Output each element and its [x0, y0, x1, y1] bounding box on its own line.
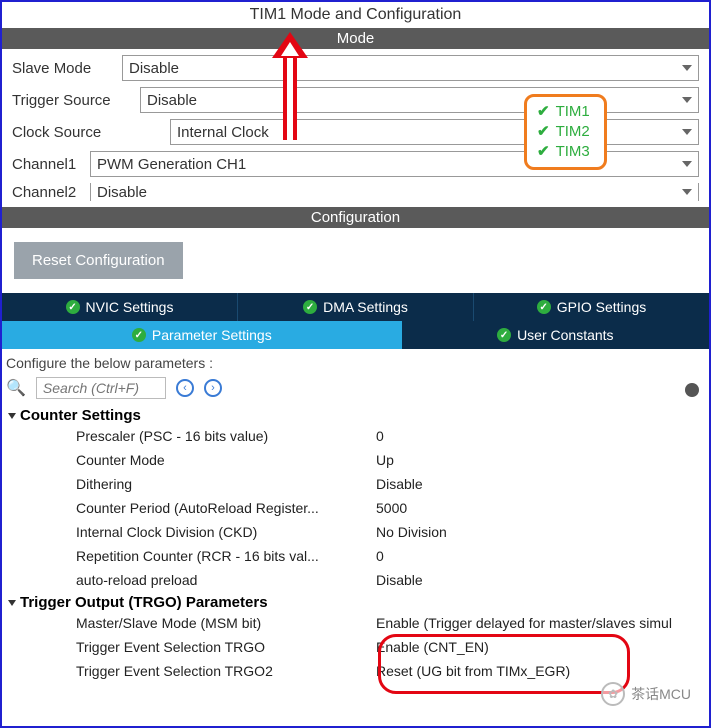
search-next-button[interactable]: ›	[204, 379, 222, 397]
parameter-value[interactable]: Up	[376, 448, 705, 472]
parameter-key: Prescaler (PSC - 16 bits value)	[76, 424, 376, 448]
trigger-source-label: Trigger Source	[12, 92, 140, 109]
parameter-key: Trigger Event Selection TRGO2	[76, 659, 376, 683]
tab-dma-label: DMA Settings	[323, 299, 408, 315]
tab-gpio-label: GPIO Settings	[557, 299, 646, 315]
search-icon[interactable]: 🔍	[6, 378, 26, 398]
trigger-source-dropdown[interactable]: Disable	[140, 87, 699, 113]
tab-gpio-settings[interactable]: ✓ GPIO Settings	[474, 293, 709, 321]
parameter-key: Counter Mode	[76, 448, 376, 472]
chevron-down-icon	[8, 413, 16, 419]
parameter-tree: Counter Settings Prescaler (PSC - 16 bit…	[6, 407, 705, 683]
parameter-row[interactable]: Repetition Counter (RCR - 16 bits val...…	[8, 544, 705, 568]
search-prev-button[interactable]: ‹	[176, 379, 194, 397]
tab-nvic-settings[interactable]: ✓ NVIC Settings	[2, 293, 238, 321]
tab-row-bottom: ✓ Parameter Settings ✓ User Constants	[2, 321, 709, 349]
parameter-key: Internal Clock Division (CKD)	[76, 520, 376, 544]
parameter-value[interactable]: Disable	[376, 472, 705, 496]
parameter-value[interactable]: Disable	[376, 568, 705, 592]
watermark: ✿ 茶话MCU	[601, 682, 691, 706]
chevron-down-icon	[8, 600, 16, 606]
chevron-down-icon	[682, 65, 692, 71]
parameter-value[interactable]: 0	[376, 424, 705, 448]
chevron-down-icon	[682, 129, 692, 135]
slave-mode-label: Slave Mode	[12, 60, 122, 77]
wechat-icon: ✿	[601, 682, 625, 706]
parameter-row[interactable]: auto-reload preloadDisable	[8, 568, 705, 592]
parameter-key: Trigger Event Selection TRGO	[76, 635, 376, 659]
parameter-value[interactable]: Reset (UG bit from TIMx_EGR)	[376, 659, 705, 683]
slave-mode-dropdown[interactable]: Disable	[122, 55, 699, 81]
channel2-label: Channel2	[12, 184, 90, 201]
clock-source-dropdown[interactable]: Internal Clock	[170, 119, 699, 145]
watermark-text: 茶话MCU	[631, 684, 691, 704]
parameter-row[interactable]: Counter ModeUp	[8, 448, 705, 472]
trigger-source-value: Disable	[147, 92, 197, 109]
chevron-down-icon	[682, 97, 692, 103]
check-icon: ✓	[132, 328, 146, 342]
parameter-key: Dithering	[76, 472, 376, 496]
parameters-panel: Configure the below parameters : 🔍 ‹ › C…	[2, 349, 709, 683]
parameter-key: Counter Period (AutoReload Register...	[76, 496, 376, 520]
parameter-value[interactable]: No Division	[376, 520, 705, 544]
check-icon: ✓	[303, 300, 317, 314]
channel1-value: PWM Generation CH1	[97, 156, 246, 173]
parameter-row[interactable]: Internal Clock Division (CKD)No Division	[8, 520, 705, 544]
channel1-label: Channel1	[12, 156, 90, 173]
clock-source-label: Clock Source	[12, 124, 140, 141]
check-icon: ✓	[537, 300, 551, 314]
parameter-row[interactable]: DitheringDisable	[8, 472, 705, 496]
parameter-value[interactable]: Enable (CNT_EN)	[376, 635, 705, 659]
counter-settings-group[interactable]: Counter Settings	[8, 407, 705, 424]
parameter-value[interactable]: 5000	[376, 496, 705, 520]
config-section-header: Configuration	[2, 207, 709, 228]
channel2-dropdown[interactable]: Disable	[90, 183, 699, 201]
chevron-down-icon	[682, 189, 692, 195]
parameter-key: Master/Slave Mode (MSM bit)	[76, 611, 376, 635]
check-icon: ✓	[66, 300, 80, 314]
parameter-value[interactable]: Enable (Trigger delayed for master/slave…	[376, 611, 705, 635]
parameter-value[interactable]: 0	[376, 544, 705, 568]
search-input[interactable]	[36, 377, 166, 399]
parameter-row[interactable]: Counter Period (AutoReload Register...50…	[8, 496, 705, 520]
parameter-key: auto-reload preload	[76, 568, 376, 592]
chevron-down-icon	[682, 161, 692, 167]
tab-param-label: Parameter Settings	[152, 327, 272, 343]
mode-section-header: Mode	[2, 28, 709, 49]
gear-icon[interactable]	[685, 383, 699, 397]
clock-source-value: Internal Clock	[177, 124, 269, 141]
tab-user-constants[interactable]: ✓ User Constants	[402, 321, 709, 349]
window-title: TIM1 Mode and Configuration	[2, 2, 709, 28]
trgo-parameters-label: Trigger Output (TRGO) Parameters	[20, 594, 268, 611]
params-intro-text: Configure the below parameters :	[6, 355, 705, 371]
check-icon: ✓	[497, 328, 511, 342]
parameter-key: Repetition Counter (RCR - 16 bits val...	[76, 544, 376, 568]
tab-user-label: User Constants	[517, 327, 613, 343]
trgo-parameters-group[interactable]: Trigger Output (TRGO) Parameters	[8, 594, 705, 611]
counter-settings-label: Counter Settings	[20, 407, 141, 424]
tab-row-top: ✓ NVIC Settings ✓ DMA Settings ✓ GPIO Se…	[2, 293, 709, 321]
parameter-row[interactable]: Trigger Event Selection TRGOEnable (CNT_…	[8, 635, 705, 659]
channel2-value: Disable	[97, 184, 147, 201]
parameter-row[interactable]: Master/Slave Mode (MSM bit)Enable (Trigg…	[8, 611, 705, 635]
tab-parameter-settings[interactable]: ✓ Parameter Settings	[2, 321, 402, 349]
tab-nvic-label: NVIC Settings	[86, 299, 174, 315]
channel1-dropdown[interactable]: PWM Generation CH1	[90, 151, 699, 177]
slave-mode-value: Disable	[129, 60, 179, 77]
mode-panel: Slave Mode Disable Trigger Source Disabl…	[2, 49, 709, 201]
tab-dma-settings[interactable]: ✓ DMA Settings	[238, 293, 474, 321]
parameter-row[interactable]: Prescaler (PSC - 16 bits value)0	[8, 424, 705, 448]
parameter-row[interactable]: Trigger Event Selection TRGO2Reset (UG b…	[8, 659, 705, 683]
reset-configuration-button[interactable]: Reset Configuration	[14, 242, 183, 279]
